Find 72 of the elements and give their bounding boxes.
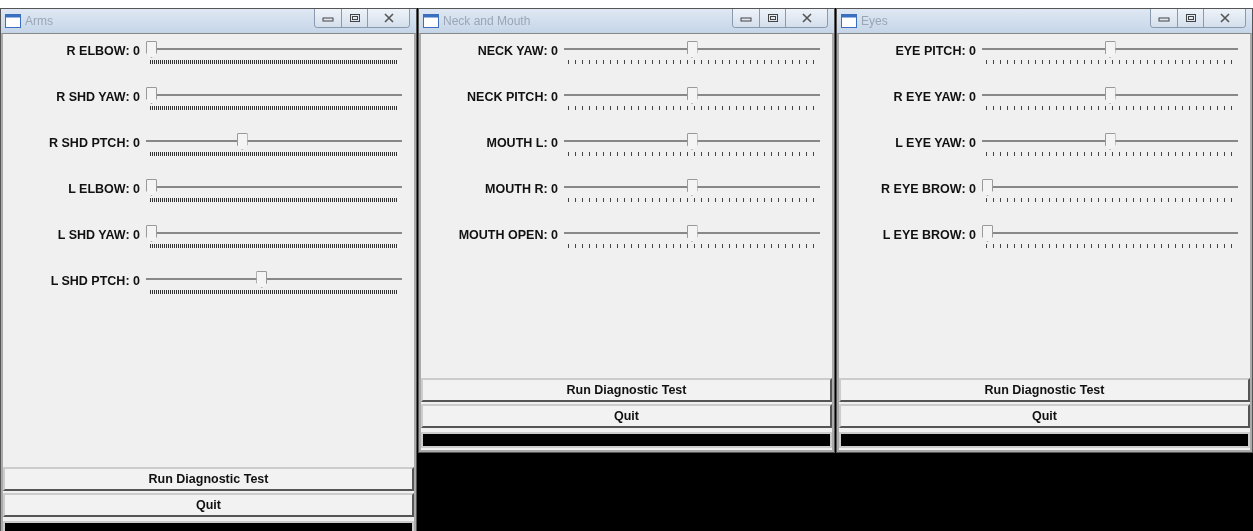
slider-thumb[interactable] — [982, 179, 993, 196]
slider[interactable] — [982, 130, 1238, 152]
slider[interactable] — [982, 176, 1238, 198]
action-button[interactable]: Run Diagnostic Test — [421, 378, 832, 402]
slider[interactable] — [146, 130, 402, 152]
action-button[interactable]: Run Diagnostic Test — [3, 467, 414, 491]
slider[interactable] — [146, 222, 402, 244]
slider[interactable] — [146, 268, 402, 290]
slider-thumb[interactable] — [236, 133, 248, 150]
action-button[interactable]: Quit — [421, 404, 832, 428]
slider-label: L SHD PTCH: 0 — [49, 273, 140, 288]
slider-label: L EYE BROW: 0 — [881, 227, 976, 242]
close-icon — [382, 13, 395, 23]
slider-label: R EYE YAW: 0 — [892, 89, 976, 104]
action-button[interactable]: Quit — [839, 404, 1250, 428]
slider-thumb[interactable] — [146, 225, 157, 242]
slider[interactable] — [564, 38, 820, 60]
slider-thumb[interactable] — [1104, 87, 1116, 104]
slider-thumb[interactable] — [686, 41, 698, 58]
close-button[interactable] — [367, 9, 409, 27]
slider[interactable] — [564, 130, 820, 152]
slider[interactable] — [982, 84, 1238, 106]
maximize-icon — [766, 13, 779, 23]
slider-label: EYE PITCH: 0 — [894, 43, 976, 58]
close-icon — [1218, 13, 1231, 23]
slider[interactable] — [146, 176, 402, 198]
slider-label: R SHD PTCH: 0 — [48, 135, 140, 150]
maximize-button[interactable] — [1177, 9, 1203, 27]
slider[interactable] — [564, 176, 820, 198]
slider-label: L ELBOW: 0 — [67, 181, 140, 196]
slider-label: NECK YAW: 0 — [476, 43, 558, 58]
slider[interactable] — [564, 222, 820, 244]
window-icon — [423, 14, 439, 28]
slider[interactable] — [146, 84, 402, 106]
slider-label: L SHD YAW: 0 — [56, 227, 140, 242]
slider[interactable] — [564, 84, 820, 106]
window-title: Eyes — [861, 14, 889, 28]
window-title: Neck and Mouth — [443, 14, 532, 28]
slider[interactable] — [146, 38, 402, 60]
slider-thumb[interactable] — [686, 87, 698, 104]
slider-thumb[interactable] — [686, 225, 698, 242]
slider-thumb[interactable] — [256, 271, 268, 288]
maximize-button[interactable] — [759, 9, 785, 27]
maximize-icon — [1184, 13, 1197, 23]
slider-label: R ELBOW: 0 — [65, 43, 140, 58]
slider-thumb[interactable] — [1104, 41, 1116, 58]
window-icon — [841, 14, 857, 28]
slider-thumb[interactable] — [982, 225, 993, 242]
slider[interactable] — [982, 222, 1238, 244]
slider-thumb[interactable] — [1104, 133, 1116, 150]
action-button[interactable]: Quit — [3, 493, 414, 517]
slider-label: MOUTH L: 0 — [485, 135, 558, 150]
slider-thumb[interactable] — [686, 133, 698, 150]
slider-thumb[interactable] — [146, 179, 157, 196]
slider-thumb[interactable] — [686, 179, 698, 196]
window-icon — [5, 14, 21, 28]
slider-label: MOUTH OPEN: 0 — [457, 227, 558, 242]
slider-thumb[interactable] — [146, 41, 157, 58]
action-button[interactable]: Run Diagnostic Test — [839, 378, 1250, 402]
slider-label: R EYE BROW: 0 — [880, 181, 976, 196]
close-button[interactable] — [1203, 9, 1245, 27]
close-button[interactable] — [785, 9, 827, 27]
close-icon — [800, 13, 813, 23]
slider-label: NECK PITCH: 0 — [466, 89, 558, 104]
slider-label: MOUTH R: 0 — [484, 181, 558, 196]
window-title: Arms — [25, 14, 54, 28]
slider-label: R SHD YAW: 0 — [55, 89, 140, 104]
slider-label: L EYE YAW: 0 — [894, 135, 976, 150]
slider[interactable] — [982, 38, 1238, 60]
maximize-icon — [348, 13, 361, 23]
slider-thumb[interactable] — [146, 87, 157, 104]
maximize-button[interactable] — [341, 9, 367, 27]
